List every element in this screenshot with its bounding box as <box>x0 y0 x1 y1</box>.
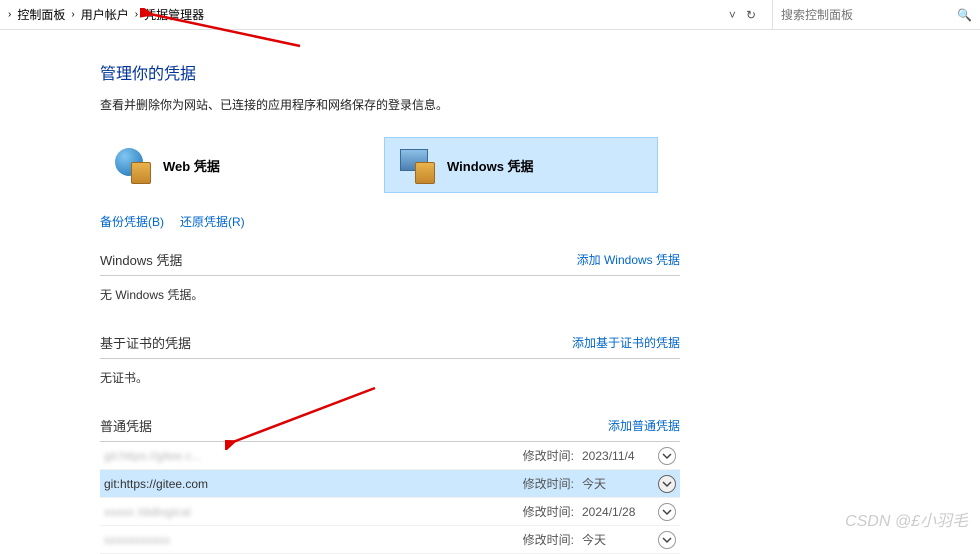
backup-link[interactable]: 备份凭据(B) <box>100 213 164 230</box>
section-title-windows: Windows 凭据 <box>100 250 182 269</box>
breadcrumb-item[interactable]: 控制面板 <box>17 6 65 23</box>
tab-label: Windows 凭据 <box>447 156 534 175</box>
credential-row[interactable]: xxxxxxxxxxx 修改时间: 今天 <box>100 526 680 554</box>
dropdown-icon[interactable]: ˅ <box>729 8 736 22</box>
modified-date: 今天 <box>582 531 650 548</box>
search-input[interactable] <box>781 8 951 22</box>
chevron-down-icon[interactable] <box>658 447 676 465</box>
chevron-down-icon[interactable] <box>658 503 676 521</box>
page-title: 管理你的凭据 <box>100 60 680 84</box>
section-empty-text: 无 Windows 凭据。 <box>100 276 680 313</box>
watermark: CSDN @£小羽毛 <box>845 507 968 531</box>
credential-row[interactable]: git:https://gitee.com 修改时间: 今天 <box>100 470 680 498</box>
modified-label: 修改时间: <box>523 531 574 548</box>
breadcrumb-item[interactable]: 凭据管理器 <box>144 6 204 23</box>
modified-label: 修改时间: <box>523 475 574 492</box>
modified-date: 2023/11/4 <box>582 449 650 463</box>
modified-date: 今天 <box>582 475 650 492</box>
credential-row[interactable]: git:https://gitee.c... 修改时间: 2023/11/4 <box>100 442 680 470</box>
restore-link[interactable]: 还原凭据(R) <box>180 213 245 230</box>
chevron-down-icon[interactable] <box>658 531 676 549</box>
modified-label: 修改时间: <box>523 503 574 520</box>
section-empty-text: 无证书。 <box>100 359 680 396</box>
breadcrumb[interactable]: › 控制面板 › 用户帐户 › 凭据管理器 <box>8 6 729 23</box>
credential-name: xxxxx /didlogical <box>104 505 191 519</box>
credential-name: git:https://gitee.c... <box>104 449 201 463</box>
page-subtitle: 查看并删除你为网站、已连接的应用程序和网络保存的登录信息。 <box>100 96 680 113</box>
add-cert-credential[interactable]: 添加基于证书的凭据 <box>572 334 680 351</box>
chevron-right-icon: › <box>71 9 74 20</box>
credential-row[interactable]: xxxxx /didlogical 修改时间: 2024/1/28 <box>100 498 680 526</box>
modified-date: 2024/1/28 <box>582 505 650 519</box>
chevron-down-icon[interactable] <box>658 475 676 493</box>
section-title-generic: 普通凭据 <box>100 416 152 435</box>
monitor-safe-icon <box>397 146 435 184</box>
refresh-icon[interactable]: ↻ <box>746 8 756 22</box>
search-icon[interactable]: 🔍 <box>957 8 972 22</box>
tab-label: Web 凭据 <box>163 156 220 175</box>
globe-safe-icon <box>113 146 151 184</box>
tab-web-credentials[interactable]: Web 凭据 <box>100 137 374 193</box>
tab-windows-credentials[interactable]: Windows 凭据 <box>384 137 658 193</box>
add-generic-credential[interactable]: 添加普通凭据 <box>608 417 680 434</box>
add-windows-credential[interactable]: 添加 Windows 凭据 <box>577 251 680 268</box>
modified-label: 修改时间: <box>523 447 574 464</box>
section-title-cert: 基于证书的凭据 <box>100 333 191 352</box>
chevron-right-icon: › <box>135 9 138 20</box>
credential-name: git:https://gitee.com <box>104 477 208 491</box>
breadcrumb-item[interactable]: 用户帐户 <box>81 6 129 23</box>
chevron-right-icon: › <box>8 9 11 20</box>
credential-name: xxxxxxxxxxx <box>104 533 170 547</box>
search-box[interactable]: 🔍 <box>772 0 972 29</box>
